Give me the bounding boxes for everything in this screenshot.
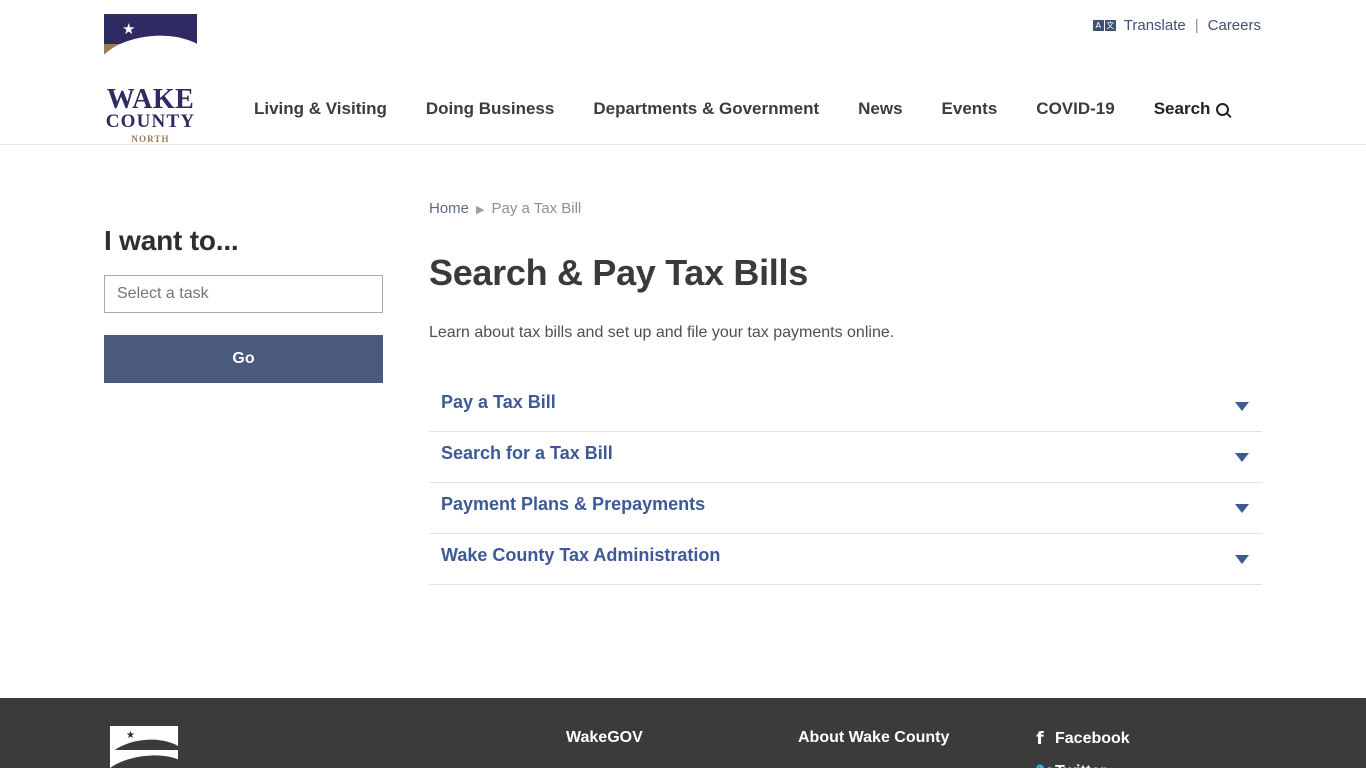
footer-logo[interactable]: ★ — [110, 726, 178, 768]
page-intro-text: Learn about tax bills and set up and fil… — [429, 324, 895, 341]
chevron-down-icon[interactable] — [1235, 453, 1249, 462]
translate-icon: A文 — [1092, 20, 1116, 31]
nav-item-news[interactable]: News — [858, 99, 902, 119]
logo-text-county: COUNTY — [105, 111, 196, 132]
sidebar-title: I want to... — [104, 225, 239, 256]
accordion-item-pay-a-tax-bill[interactable]: Pay a Tax Bill — [429, 381, 1262, 432]
chevron-down-icon[interactable] — [1235, 555, 1249, 564]
chevron-down-icon[interactable] — [1235, 504, 1249, 513]
site-header: ★ WAKE COUNTY NORTH CAROLINA A文 Translat… — [0, 0, 1366, 156]
twitter-icon: 🐦 — [1034, 762, 1055, 768]
footer-link-facebook[interactable]: Facebook — [1055, 730, 1130, 748]
breadcrumb-home[interactable]: Home — [429, 200, 469, 217]
nav-item-search[interactable]: Search — [1154, 99, 1230, 119]
utility-nav: A文 Translate | Careers — [1092, 17, 1261, 34]
page-body: I want to... Go Home ▶ Pay a Tax Bill Sear… — [0, 145, 1366, 698]
translate-link[interactable]: Translate — [1124, 17, 1186, 34]
translate-icon-latin: A — [1092, 20, 1104, 31]
accordion-title: Search for a Tax Bill — [441, 443, 613, 463]
star-icon: ★ — [122, 21, 136, 38]
accordion-item-search-for-a-tax-bill[interactable]: Search for a Tax Bill — [429, 432, 1262, 483]
footer-column-wakegov: WakeGOV — [566, 729, 643, 747]
nav-item-covid-19[interactable]: COVID-19 — [1036, 99, 1114, 119]
accordion-title: Payment Plans & Prepayments — [441, 494, 706, 514]
page-title: Search & Pay Tax Bills — [429, 252, 808, 293]
accordion-list: Pay a Tax Bill Search for a Tax Bill Pay… — [429, 381, 1262, 585]
accordion-item-payment-plans-prepayments[interactable]: Payment Plans & Prepayments — [429, 483, 1262, 534]
sidebar: I want to... Go — [104, 225, 383, 383]
site-footer: ★ WakeGOV About Wake County f Facebook 🐦… — [0, 698, 1366, 768]
breadcrumb-arrow-icon: ▶ — [476, 204, 485, 216]
nav-item-departments-government[interactable]: Departments & Government — [593, 99, 819, 119]
footer-star-icon: ★ — [126, 730, 135, 741]
footer-link-about-wake-county[interactable]: About Wake County — [798, 729, 949, 746]
logo-seal-icon: ★ — [104, 14, 197, 87]
nav-search-label: Search — [1153, 99, 1211, 118]
footer-link-twitter[interactable]: Twitter — [1055, 763, 1106, 768]
main-navigation: Living & Visiting Doing Business Departm… — [254, 99, 1230, 119]
accordion-title: Wake County Tax Administration — [441, 545, 721, 565]
nav-item-doing-business[interactable]: Doing Business — [426, 99, 554, 119]
task-select-input[interactable] — [104, 275, 383, 313]
breadcrumb: Home ▶ Pay a Tax Bill — [429, 200, 1262, 217]
accordion-title: Pay a Tax Bill — [441, 392, 556, 412]
careers-link[interactable]: Careers — [1208, 17, 1261, 34]
main-content: Home ▶ Pay a Tax Bill Search & Pay Tax Bil… — [429, 200, 1262, 585]
logo-text-wake: WAKE — [106, 84, 195, 115]
nav-item-events[interactable]: Events — [942, 99, 998, 119]
breadcrumb-current: Pay a Tax Bill — [491, 200, 582, 217]
chevron-down-icon[interactable] — [1235, 402, 1249, 411]
go-button[interactable]: Go — [104, 335, 383, 383]
footer-column-about: About Wake County — [798, 729, 949, 747]
footer-link-wakegov[interactable]: WakeGOV — [566, 729, 643, 746]
footer-column-social: f Facebook 🐦 Twitter — [1034, 729, 1130, 768]
accordion-item-wake-county-tax-administration[interactable]: Wake County Tax Administration — [429, 534, 1262, 585]
search-icon — [1216, 102, 1230, 116]
nav-item-living-visiting[interactable]: Living & Visiting — [254, 99, 387, 119]
wake-county-logo[interactable]: ★ WAKE COUNTY NORTH CAROLINA — [104, 14, 197, 156]
translate-icon-cjk: 文 — [1104, 20, 1116, 31]
utility-separator: | — [1194, 17, 1199, 34]
facebook-icon: f — [1036, 729, 1044, 749]
footer-social-twitter[interactable]: 🐦 Twitter — [1034, 762, 1130, 768]
footer-social-facebook[interactable]: f Facebook — [1034, 729, 1130, 749]
